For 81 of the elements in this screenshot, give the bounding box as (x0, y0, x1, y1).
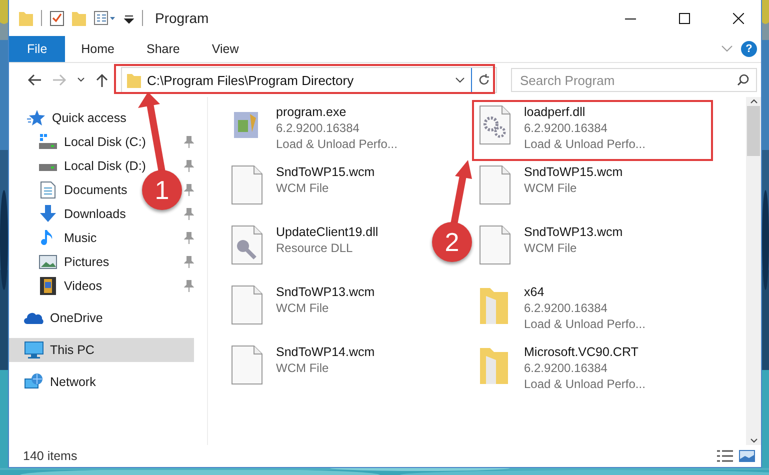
file-detail: WCM File (524, 240, 578, 256)
picture-icon (39, 254, 57, 270)
file-detail: Load & Unload Perfo... (524, 136, 646, 152)
dropdown-icon[interactable] (455, 77, 465, 83)
file-detail: WCM File (524, 180, 578, 196)
file-detail: Load & Unload Perfo... (524, 376, 646, 392)
nav-item[interactable]: Documents (9, 178, 132, 202)
expand-ribbon-icon[interactable] (721, 45, 733, 53)
ribbon-tab[interactable]: Home (65, 36, 130, 62)
pointer-arrow (450, 160, 472, 225)
cloud-icon (24, 311, 44, 325)
nav-item[interactable]: This PC (9, 338, 194, 362)
help-button[interactable]: ? (741, 41, 757, 57)
folder-icon (127, 72, 141, 88)
file-detail: Load & Unload Perfo... (276, 136, 398, 152)
pin-icon[interactable] (184, 184, 194, 196)
file-name[interactable]: SndToWP13.wcm (524, 224, 623, 240)
pin-icon[interactable] (184, 256, 194, 268)
up-icon[interactable] (96, 73, 108, 87)
address-bar[interactable]: C:\Program Files\Program Directory (121, 67, 497, 93)
star-icon (27, 110, 45, 126)
item-count: 140 items (23, 449, 78, 463)
folder-icon[interactable] (19, 10, 33, 26)
nav-item[interactable]: Downloads (9, 202, 130, 226)
nav-item[interactable]: OneDrive (9, 306, 194, 330)
file-detail: 6.2.9200.16384 (524, 300, 608, 316)
search-field[interactable]: Search Program (511, 68, 757, 92)
window-title: Program (155, 10, 210, 26)
forward-icon[interactable] (53, 74, 67, 86)
file-menu-button[interactable]: File (9, 36, 66, 62)
download-icon (39, 205, 57, 223)
file-detail: Resource DLL (276, 240, 354, 256)
file-detail: WCM File (276, 300, 330, 316)
file-detail: 6.2.9200.16384 (276, 120, 360, 136)
document-icon (40, 181, 56, 199)
file-detail: 6.2.9200.16384 (524, 360, 608, 376)
file-detail: 6.2.9200.16384 (524, 120, 608, 136)
recent-locations-icon[interactable] (77, 77, 85, 83)
nav-item[interactable]: Network (9, 370, 194, 394)
file-name[interactable]: SndToWP15.wcm (276, 164, 375, 180)
monitor-icon (24, 341, 44, 359)
view-menu-icon[interactable] (94, 10, 116, 26)
pin-icon[interactable] (184, 160, 194, 172)
refresh-icon[interactable] (478, 74, 490, 86)
music-note-icon (41, 229, 55, 247)
maximize-icon[interactable] (678, 12, 690, 24)
file-name[interactable]: SndToWP15.wcm (524, 164, 623, 180)
nav-item[interactable]: Quick access (9, 106, 194, 130)
pin-icon[interactable] (184, 280, 194, 292)
file-detail: Load & Unload Perfo... (524, 316, 646, 332)
pin-icon[interactable] (184, 208, 194, 220)
scroll-thumb[interactable] (747, 106, 760, 156)
file-name[interactable]: Microsoft.VC90.CRT (524, 344, 646, 360)
file-name[interactable]: SndToWP13.wcm (276, 284, 375, 300)
pin-icon[interactable] (184, 232, 194, 244)
nav-item[interactable]: Local Disk (C:) (9, 130, 150, 154)
scroll-down-icon[interactable] (750, 438, 758, 443)
pin-icon[interactable] (184, 136, 194, 148)
file-name[interactable]: loadperf.dll (524, 104, 646, 120)
file-name[interactable]: SndToWP14.wcm (276, 344, 375, 360)
file-detail: WCM File (276, 360, 330, 376)
film-icon (40, 277, 56, 295)
file-name[interactable]: program.exe (276, 104, 398, 120)
nav-item[interactable]: Videos (9, 274, 106, 298)
search-icon[interactable] (737, 74, 749, 86)
ribbon-tab[interactable]: View (196, 36, 255, 62)
close-icon[interactable] (732, 12, 744, 24)
nav-item[interactable]: Music (9, 226, 101, 250)
new-folder-icon[interactable] (72, 10, 86, 26)
ribbon-tab[interactable]: Share (130, 36, 196, 62)
properties-icon[interactable] (50, 10, 64, 26)
details-view-icon[interactable] (717, 450, 733, 462)
file-name[interactable]: x64 (524, 284, 646, 300)
large-icons-view-icon[interactable] (739, 450, 755, 462)
network-icon (24, 373, 44, 391)
drive-icon (39, 134, 57, 150)
back-icon[interactable] (27, 74, 41, 86)
nav-item[interactable]: Pictures (9, 250, 114, 274)
file-name[interactable]: UpdateClient19.dll (276, 224, 378, 240)
file-detail: WCM File (276, 180, 330, 196)
scroll-up-icon[interactable] (750, 99, 758, 104)
